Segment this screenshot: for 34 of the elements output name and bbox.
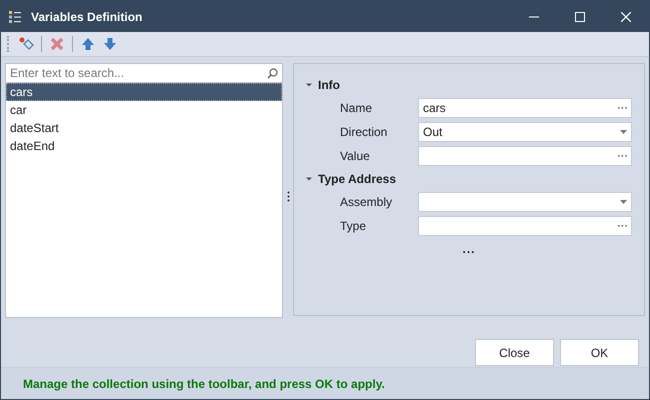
up-arrow-icon[interactable] [81, 37, 95, 51]
new-tag-icon[interactable] [18, 36, 34, 52]
close-icon[interactable] [621, 12, 631, 22]
category-label: Type Address [318, 172, 396, 186]
dropdown-arrow-icon [620, 200, 627, 204]
category-label: Info [318, 78, 340, 92]
dialog-button[interactable]: Close [475, 339, 554, 366]
expand-arrow-icon[interactable] [306, 82, 312, 88]
dropdown-arrow-icon [620, 130, 627, 134]
expand-arrow-icon[interactable] [306, 176, 312, 182]
window-title: Variables Definition [31, 10, 144, 24]
status-message: Manage the collection using the toolbar, and press OK to apply. [23, 376, 385, 390]
dialog-button[interactable]: OK [560, 339, 639, 366]
list-item[interactable]: car [6, 101, 282, 119]
search-icon [267, 68, 278, 78]
more-indicator: ... [462, 242, 476, 256]
property-label: Direction [339, 125, 388, 139]
input-field[interactable] [418, 216, 632, 236]
maximize-icon[interactable] [575, 12, 585, 22]
property-label: Assembly [339, 195, 394, 209]
list-item[interactable]: dateEnd [6, 137, 282, 155]
property-label: Value [339, 149, 371, 163]
property-label: Name [339, 101, 374, 115]
list-item[interactable]: cars [6, 83, 282, 101]
dropdown-field[interactable] [418, 192, 632, 212]
splitter-handle[interactable] [286, 191, 290, 202]
property-label: Type [339, 219, 368, 233]
dropdown-field[interactable]: Out [418, 122, 632, 142]
search-field[interactable]: Enter text to search... [10, 66, 267, 80]
input-field[interactable]: cars [418, 98, 632, 118]
list-icon [9, 10, 21, 22]
down-arrow-icon[interactable] [103, 37, 117, 51]
input-field[interactable] [418, 146, 632, 166]
list-item[interactable]: dateStart [6, 119, 282, 137]
